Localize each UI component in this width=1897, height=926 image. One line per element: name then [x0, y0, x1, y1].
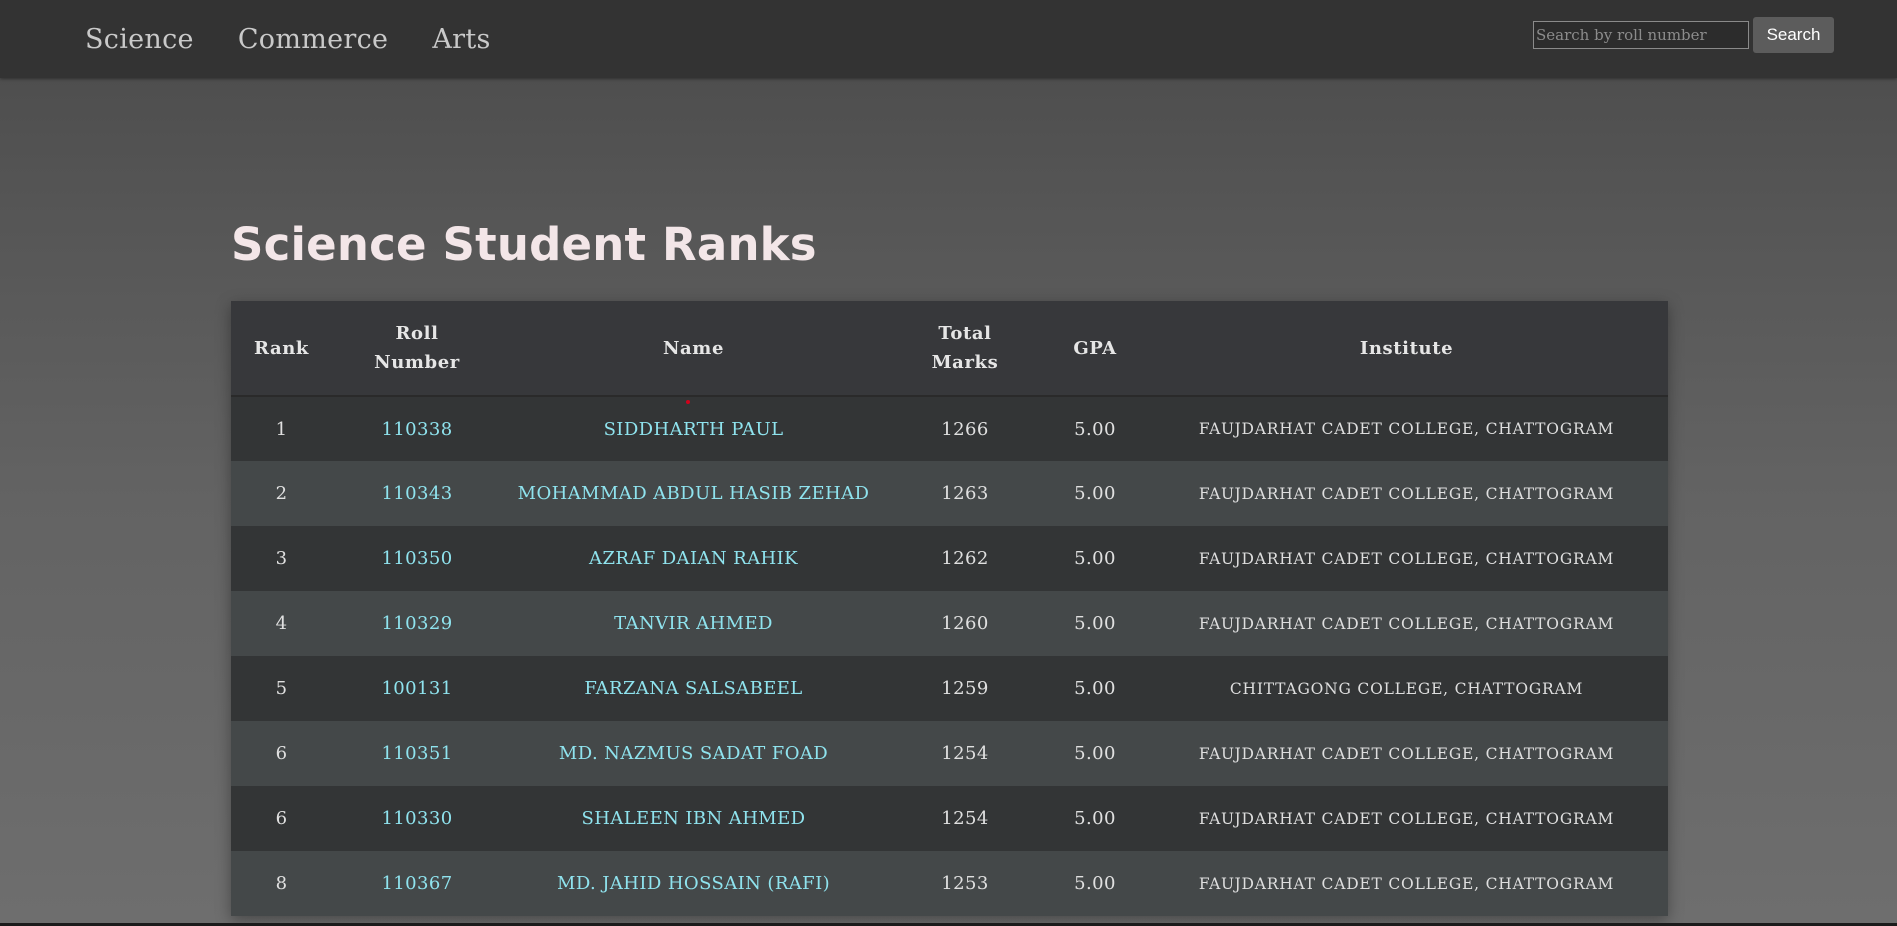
nav-link-arts[interactable]: Arts [410, 24, 512, 55]
mouse-cursor-dot [686, 400, 690, 404]
cell-name-link[interactable]: FARZANA SALSABEEL [502, 656, 885, 721]
cell-total-marks: 1263 [941, 483, 989, 504]
cell-gpa: 5.00 [1074, 483, 1116, 504]
cell-rank: 5 [275, 678, 288, 699]
cell-total-marks: 1254 [941, 808, 989, 829]
cell-institute: FAUJDARHAT CADET COLLEGE, CHATTOGRAM [1198, 874, 1615, 893]
nav-link-commerce[interactable]: Commerce [216, 24, 411, 55]
cell-gpa: 5.00 [1074, 613, 1116, 634]
header-gpa: GPA [1073, 337, 1117, 359]
nav-link-science[interactable]: Science [63, 24, 216, 55]
header-total-line1: Total [938, 323, 992, 344]
cell-gpa: 5.00 [1074, 743, 1116, 764]
table-row: 2 110343 MOHAMMAD ABDUL HASIB ZEHAD 1263… [231, 461, 1668, 526]
cell-gpa: 5.00 [1074, 678, 1116, 699]
ranks-table: Rank Roll Number Name Total Marks GPA Inst… [231, 301, 1668, 916]
cell-gpa: 5.00 [1074, 808, 1116, 829]
cell-roll-link[interactable]: 100131 [332, 656, 502, 721]
cell-rank: 8 [275, 873, 288, 894]
cell-institute: FAUJDARHAT CADET COLLEGE, CHATTOGRAM [1198, 420, 1615, 438]
top-navbar: Science Commerce Arts Search [0, 0, 1897, 78]
cell-gpa: 5.00 [1074, 548, 1116, 569]
cell-institute: FAUJDARHAT CADET COLLEGE, CHATTOGRAM [1198, 744, 1615, 763]
cell-rank: 6 [275, 808, 288, 829]
cell-gpa: 5.00 [1074, 418, 1116, 440]
cell-roll-link[interactable]: 110367 [332, 851, 502, 916]
header-institute: Institute [1359, 337, 1454, 359]
table-row: 4 110329 TANVIR AHMED 1260 5.00 FAUJDARH… [231, 591, 1668, 656]
cell-rank: 1 [275, 418, 288, 440]
header-total-line2: Marks [931, 352, 999, 373]
header-roll-number: Roll Number [332, 301, 502, 396]
table-row: 5 100131 FARZANA SALSABEEL 1259 5.00 CHI… [231, 656, 1668, 721]
cell-total-marks: 1259 [941, 678, 989, 699]
cell-total-marks: 1262 [941, 548, 989, 569]
table-row: 8 110367 MD. JAHID HOSSAIN (RAFI) 1253 5… [231, 851, 1668, 916]
cell-name-link[interactable]: SHALEEN IBN AHMED [502, 786, 885, 851]
cell-name-link[interactable]: MD. JAHID HOSSAIN (RAFI) [502, 851, 885, 916]
search-button[interactable]: Search [1753, 17, 1834, 53]
cell-institute: FAUJDARHAT CADET COLLEGE, CHATTOGRAM [1198, 549, 1615, 568]
header-roll-line2: Number [374, 352, 460, 373]
cell-total-marks: 1253 [941, 873, 989, 894]
header-rank: Rank [254, 337, 309, 359]
cell-institute: FAUJDARHAT CADET COLLEGE, CHATTOGRAM [1198, 809, 1615, 828]
cell-name-link[interactable]: MD. NAZMUS SADAT FOAD [502, 721, 885, 786]
page-title: Science Student Ranks [231, 218, 817, 271]
cell-rank: 4 [275, 613, 288, 634]
cell-name-link[interactable]: MOHAMMAD ABDUL HASIB ZEHAD [502, 461, 885, 526]
table-header-row: Rank Roll Number Name Total Marks GPA Inst… [231, 301, 1668, 396]
header-name: Name [662, 337, 724, 359]
header-total-marks: Total Marks [885, 301, 1045, 396]
cell-gpa: 5.00 [1074, 873, 1116, 894]
cell-institute: FAUJDARHAT CADET COLLEGE, CHATTOGRAM [1198, 484, 1615, 503]
cell-name-link[interactable]: TANVIR AHMED [502, 591, 885, 656]
cell-total-marks: 1260 [941, 613, 989, 634]
cell-institute: CHITTAGONG COLLEGE, CHATTOGRAM [1229, 679, 1584, 698]
table-row: 1 110338 SIDDHARTH PAUL 1266 5.00 FAUJDA… [231, 396, 1668, 461]
search-form: Search [1533, 17, 1834, 53]
header-roll-line1: Roll [395, 323, 439, 344]
cell-roll-link[interactable]: 110329 [332, 591, 502, 656]
table-row: 3 110350 AZRAF DAIAN RAHIK 1262 5.00 FAU… [231, 526, 1668, 591]
cell-roll-link[interactable]: 110343 [332, 461, 502, 526]
table-row: 6 110330 SHALEEN IBN AHMED 1254 5.00 FAU… [231, 786, 1668, 851]
cell-total-marks: 1254 [941, 743, 989, 764]
cell-rank: 2 [275, 483, 288, 504]
ranks-table-container: Rank Roll Number Name Total Marks GPA Inst… [231, 301, 1668, 916]
cell-institute: FAUJDARHAT CADET COLLEGE, CHATTOGRAM [1198, 614, 1615, 633]
cell-roll-link[interactable]: 110330 [332, 786, 502, 851]
cell-rank: 6 [275, 743, 288, 764]
cell-roll-link[interactable]: 110351 [332, 721, 502, 786]
cell-name-link[interactable]: SIDDHARTH PAUL [502, 396, 885, 461]
table-row: 6 110351 MD. NAZMUS SADAT FOAD 1254 5.00… [231, 721, 1668, 786]
cell-name-link[interactable]: AZRAF DAIAN RAHIK [502, 526, 885, 591]
cell-total-marks: 1266 [941, 418, 989, 440]
cell-roll-link[interactable]: 110338 [332, 396, 502, 461]
cell-roll-link[interactable]: 110350 [332, 526, 502, 591]
search-input[interactable] [1533, 21, 1749, 49]
cell-rank: 3 [275, 548, 288, 569]
nav-links: Science Commerce Arts [63, 0, 513, 78]
